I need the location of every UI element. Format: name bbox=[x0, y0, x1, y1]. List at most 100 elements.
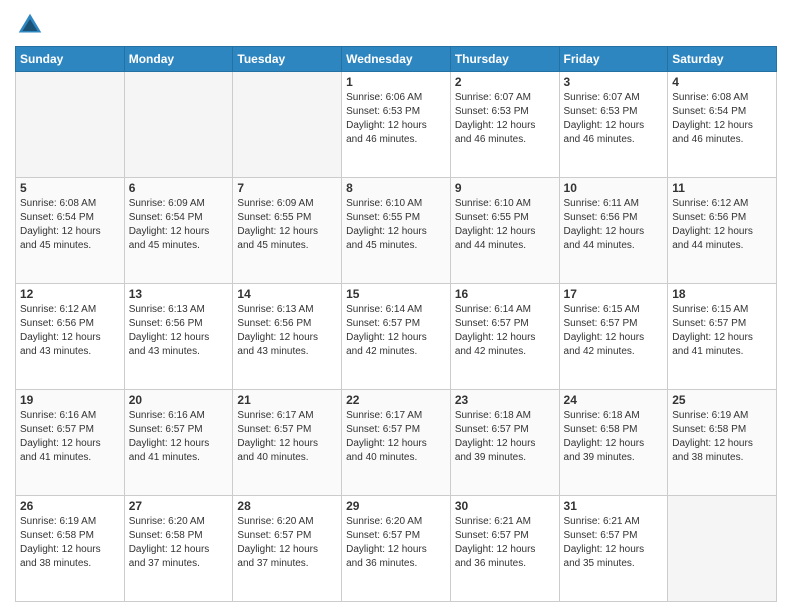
calendar-cell: 1Sunrise: 6:06 AM Sunset: 6:53 PM Daylig… bbox=[342, 72, 451, 178]
day-number: 4 bbox=[672, 75, 772, 89]
weekday-header: Tuesday bbox=[233, 47, 342, 72]
calendar-cell: 3Sunrise: 6:07 AM Sunset: 6:53 PM Daylig… bbox=[559, 72, 668, 178]
day-number: 24 bbox=[564, 393, 664, 407]
calendar-cell: 15 Sunrise: 6:14 AM Sunset: 6:57 PM Dayli… bbox=[342, 284, 451, 390]
day-number: 27 bbox=[129, 499, 229, 513]
calendar-cell: 17 Sunrise: 6:15 AM Sunset: 6:57 PM Dayli… bbox=[559, 284, 668, 390]
calendar-cell: 4 Sunrise: 6:08 AM Sunset: 6:54 PM Daylig… bbox=[668, 72, 777, 178]
day-info: Sunrise: 6:07 AM Sunset: 6:53 PM Dayligh… bbox=[564, 91, 664, 147]
calendar-cell: 31Sunrise: 6:21 AM Sunset: 6:57 PM Dayli… bbox=[559, 496, 668, 602]
calendar-cell: 22 Sunrise: 6:17 AM Sunset: 6:57 PM Dayli… bbox=[342, 390, 451, 496]
day-info: Sunrise: 6:08 AM Sunset: 6:54 PM Dayligh… bbox=[20, 197, 120, 253]
day-info: Sunrise: 6:06 AM Sunset: 6:53 PM Dayligh… bbox=[346, 91, 446, 147]
day-info: Sunrise: 6:12 AM Sunset: 6:56 PM Dayligh… bbox=[20, 303, 120, 359]
day-info: Sunrise: 6:21 AM Sunset: 6:57 PM Dayligh… bbox=[455, 515, 555, 571]
day-info: Sunrise: 6:19 AM Sunset: 6:58 PM Dayligh… bbox=[20, 515, 120, 571]
calendar-week-row: 12 Sunrise: 6:12 AM Sunset: 6:56 PM Dayli… bbox=[16, 284, 777, 390]
calendar-cell: 6 Sunrise: 6:09 AM Sunset: 6:54 PM Daylig… bbox=[124, 178, 233, 284]
calendar-cell: 24 Sunrise: 6:18 AM Sunset: 6:58 PM Dayli… bbox=[559, 390, 668, 496]
calendar-cell bbox=[124, 72, 233, 178]
day-info: Sunrise: 6:20 AM Sunset: 6:57 PM Dayligh… bbox=[237, 515, 337, 571]
calendar-cell: 25 Sunrise: 6:19 AM Sunset: 6:58 PM Dayli… bbox=[668, 390, 777, 496]
day-number: 28 bbox=[237, 499, 337, 513]
day-info: Sunrise: 6:07 AM Sunset: 6:53 PM Dayligh… bbox=[455, 91, 555, 147]
weekday-header: Saturday bbox=[668, 47, 777, 72]
day-info: Sunrise: 6:19 AM Sunset: 6:58 PM Dayligh… bbox=[672, 409, 772, 465]
day-number: 10 bbox=[564, 181, 664, 195]
day-info: Sunrise: 6:10 AM Sunset: 6:55 PM Dayligh… bbox=[346, 197, 446, 253]
calendar-header-row: SundayMondayTuesdayWednesdayThursdayFrid… bbox=[16, 47, 777, 72]
day-number: 11 bbox=[672, 181, 772, 195]
day-number: 15 bbox=[346, 287, 446, 301]
calendar: SundayMondayTuesdayWednesdayThursdayFrid… bbox=[15, 46, 777, 602]
day-info: Sunrise: 6:18 AM Sunset: 6:57 PM Dayligh… bbox=[455, 409, 555, 465]
day-number: 29 bbox=[346, 499, 446, 513]
calendar-week-row: 19 Sunrise: 6:16 AM Sunset: 6:57 PM Dayli… bbox=[16, 390, 777, 496]
calendar-cell: 18 Sunrise: 6:15 AM Sunset: 6:57 PM Dayli… bbox=[668, 284, 777, 390]
day-number: 2 bbox=[455, 75, 555, 89]
day-number: 9 bbox=[455, 181, 555, 195]
day-info: Sunrise: 6:08 AM Sunset: 6:54 PM Dayligh… bbox=[672, 91, 772, 147]
day-info: Sunrise: 6:16 AM Sunset: 6:57 PM Dayligh… bbox=[20, 409, 120, 465]
calendar-cell: 13Sunrise: 6:13 AM Sunset: 6:56 PM Dayli… bbox=[124, 284, 233, 390]
day-number: 22 bbox=[346, 393, 446, 407]
calendar-cell: 9 Sunrise: 6:10 AM Sunset: 6:55 PM Daylig… bbox=[450, 178, 559, 284]
calendar-cell: 7 Sunrise: 6:09 AM Sunset: 6:55 PM Daylig… bbox=[233, 178, 342, 284]
day-info: Sunrise: 6:17 AM Sunset: 6:57 PM Dayligh… bbox=[346, 409, 446, 465]
calendar-cell: 27 Sunrise: 6:20 AM Sunset: 6:58 PM Dayli… bbox=[124, 496, 233, 602]
calendar-cell: 12 Sunrise: 6:12 AM Sunset: 6:56 PM Dayli… bbox=[16, 284, 125, 390]
calendar-cell bbox=[668, 496, 777, 602]
weekday-header: Thursday bbox=[450, 47, 559, 72]
day-number: 13 bbox=[129, 287, 229, 301]
weekday-header: Wednesday bbox=[342, 47, 451, 72]
day-info: Sunrise: 6:21 AM Sunset: 6:57 PM Dayligh… bbox=[564, 515, 664, 571]
calendar-cell: 23Sunrise: 6:18 AM Sunset: 6:57 PM Dayli… bbox=[450, 390, 559, 496]
day-info: Sunrise: 6:09 AM Sunset: 6:54 PM Dayligh… bbox=[129, 197, 229, 253]
day-number: 5 bbox=[20, 181, 120, 195]
day-info: Sunrise: 6:12 AM Sunset: 6:56 PM Dayligh… bbox=[672, 197, 772, 253]
page: SundayMondayTuesdayWednesdayThursdayFrid… bbox=[0, 0, 792, 612]
calendar-week-row: 1Sunrise: 6:06 AM Sunset: 6:53 PM Daylig… bbox=[16, 72, 777, 178]
day-number: 7 bbox=[237, 181, 337, 195]
day-number: 16 bbox=[455, 287, 555, 301]
calendar-cell bbox=[16, 72, 125, 178]
calendar-cell: 29 Sunrise: 6:20 AM Sunset: 6:57 PM Dayli… bbox=[342, 496, 451, 602]
calendar-cell: 2 Sunrise: 6:07 AM Sunset: 6:53 PM Daylig… bbox=[450, 72, 559, 178]
day-info: Sunrise: 6:14 AM Sunset: 6:57 PM Dayligh… bbox=[346, 303, 446, 359]
day-info: Sunrise: 6:13 AM Sunset: 6:56 PM Dayligh… bbox=[237, 303, 337, 359]
calendar-cell: 10Sunrise: 6:11 AM Sunset: 6:56 PM Dayli… bbox=[559, 178, 668, 284]
calendar-cell: 30 Sunrise: 6:21 AM Sunset: 6:57 PM Dayli… bbox=[450, 496, 559, 602]
calendar-cell: 5 Sunrise: 6:08 AM Sunset: 6:54 PM Daylig… bbox=[16, 178, 125, 284]
day-info: Sunrise: 6:20 AM Sunset: 6:57 PM Dayligh… bbox=[346, 515, 446, 571]
calendar-cell: 11 Sunrise: 6:12 AM Sunset: 6:56 PM Dayli… bbox=[668, 178, 777, 284]
day-number: 12 bbox=[20, 287, 120, 301]
day-number: 6 bbox=[129, 181, 229, 195]
calendar-cell: 8Sunrise: 6:10 AM Sunset: 6:55 PM Daylig… bbox=[342, 178, 451, 284]
calendar-cell: 14 Sunrise: 6:13 AM Sunset: 6:56 PM Dayli… bbox=[233, 284, 342, 390]
header bbox=[15, 10, 777, 40]
day-number: 17 bbox=[564, 287, 664, 301]
day-number: 26 bbox=[20, 499, 120, 513]
day-info: Sunrise: 6:15 AM Sunset: 6:57 PM Dayligh… bbox=[672, 303, 772, 359]
day-number: 18 bbox=[672, 287, 772, 301]
day-number: 30 bbox=[455, 499, 555, 513]
weekday-header: Monday bbox=[124, 47, 233, 72]
day-info: Sunrise: 6:14 AM Sunset: 6:57 PM Dayligh… bbox=[455, 303, 555, 359]
day-info: Sunrise: 6:20 AM Sunset: 6:58 PM Dayligh… bbox=[129, 515, 229, 571]
day-info: Sunrise: 6:09 AM Sunset: 6:55 PM Dayligh… bbox=[237, 197, 337, 253]
day-info: Sunrise: 6:15 AM Sunset: 6:57 PM Dayligh… bbox=[564, 303, 664, 359]
day-info: Sunrise: 6:16 AM Sunset: 6:57 PM Dayligh… bbox=[129, 409, 229, 465]
day-number: 25 bbox=[672, 393, 772, 407]
logo bbox=[15, 10, 49, 40]
day-info: Sunrise: 6:10 AM Sunset: 6:55 PM Dayligh… bbox=[455, 197, 555, 253]
day-number: 19 bbox=[20, 393, 120, 407]
day-number: 20 bbox=[129, 393, 229, 407]
day-number: 21 bbox=[237, 393, 337, 407]
day-info: Sunrise: 6:17 AM Sunset: 6:57 PM Dayligh… bbox=[237, 409, 337, 465]
weekday-header: Sunday bbox=[16, 47, 125, 72]
day-number: 14 bbox=[237, 287, 337, 301]
calendar-cell: 26 Sunrise: 6:19 AM Sunset: 6:58 PM Dayli… bbox=[16, 496, 125, 602]
weekday-header: Friday bbox=[559, 47, 668, 72]
calendar-cell bbox=[233, 72, 342, 178]
day-info: Sunrise: 6:18 AM Sunset: 6:58 PM Dayligh… bbox=[564, 409, 664, 465]
